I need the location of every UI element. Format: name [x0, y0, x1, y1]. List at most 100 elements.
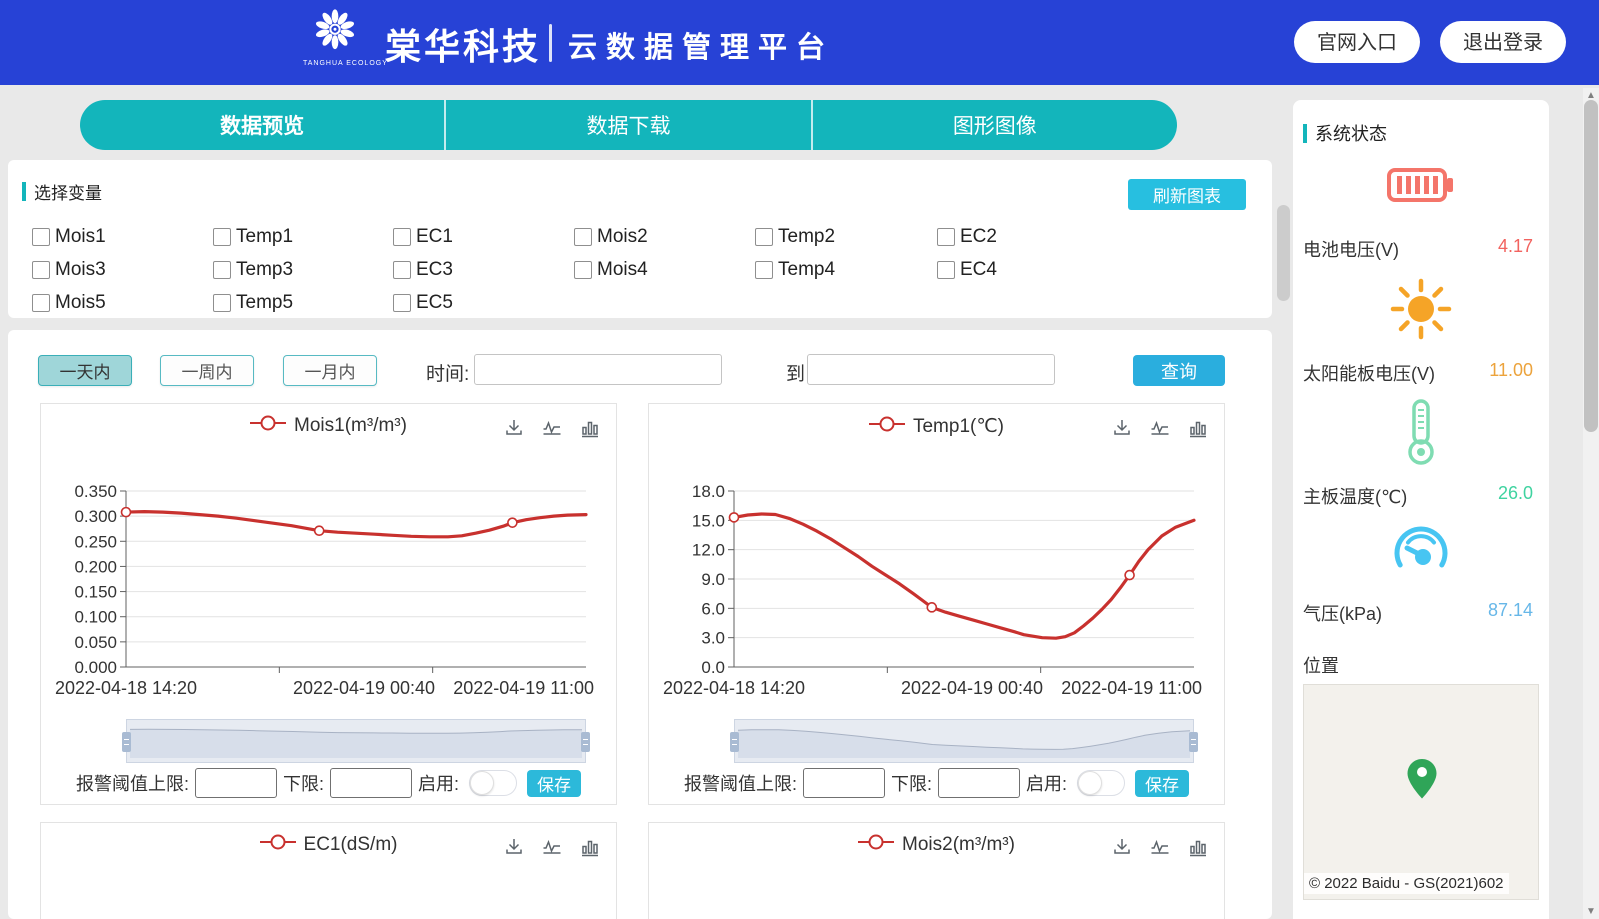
alarm-upper-input[interactable] [195, 768, 277, 798]
chart-card-mois1: Mois1(m³/m³)0.3500.3000.2500.2000.1500.1… [40, 403, 617, 805]
bar-chart-icon[interactable] [1186, 416, 1210, 440]
checkbox-item-ec4[interactable]: EC4 [937, 253, 1097, 286]
metric-row: 太阳能板电压(V)11.00 [1293, 360, 1549, 386]
alarm-lower-input[interactable] [938, 768, 1020, 798]
title-accent-bar [22, 182, 26, 201]
checkbox-temp1[interactable] [213, 228, 231, 246]
checkbox-mois5[interactable] [32, 294, 50, 312]
svg-text:0.250: 0.250 [74, 532, 117, 551]
download-icon[interactable] [1110, 416, 1134, 440]
tab-data-preview[interactable]: 数据预览 [80, 100, 444, 150]
legend-marker-icon [250, 415, 286, 437]
brand-name: 棠华科技 [385, 18, 541, 70]
page-scrollbar-thumb[interactable] [1584, 100, 1598, 432]
checkbox-mois4[interactable] [574, 261, 592, 279]
save-button[interactable]: 保存 [1135, 770, 1189, 797]
bar-chart-icon[interactable] [1186, 835, 1210, 859]
checkbox-item-ec3[interactable]: EC3 [393, 253, 574, 286]
download-icon[interactable] [1110, 835, 1134, 859]
checkbox-item-mois2[interactable]: Mois2 [574, 220, 755, 253]
metric-thermometer [1293, 398, 1549, 466]
location-map[interactable]: © 2022 Baidu - GS(2021)602 [1303, 684, 1539, 900]
logout-button[interactable]: 退出登录 [1440, 21, 1566, 63]
app-header: TANGHUA ECOLOGY 棠华科技 云数据管理平台 官网入口 退出登录 [0, 0, 1599, 85]
checkbox-item-temp2[interactable]: Temp2 [755, 220, 937, 253]
download-icon[interactable] [502, 835, 526, 859]
checkbox-label: EC5 [416, 292, 453, 314]
tab-graphics[interactable]: 图形图像 [811, 100, 1177, 150]
svg-text:2022-04-18 14:20: 2022-04-18 14:20 [55, 678, 197, 698]
checkbox-item-temp5[interactable]: Temp5 [213, 286, 393, 318]
alarm-threshold-row: 报警阈值上限:下限:启用:保存 [41, 768, 616, 798]
svg-text:2022-04-19 00:40: 2022-04-19 00:40 [901, 678, 1043, 698]
checkbox-ec2[interactable] [937, 228, 955, 246]
bar-chart-icon[interactable] [578, 416, 602, 440]
checkbox-temp3[interactable] [213, 261, 231, 279]
scroll-down-arrow[interactable]: ▼ [1583, 906, 1599, 917]
tab-data-download[interactable]: 数据下载 [444, 100, 810, 150]
save-button[interactable]: 保存 [527, 770, 581, 797]
checkbox-mois3[interactable] [32, 261, 50, 279]
checkbox-temp5[interactable] [213, 294, 231, 312]
refresh-chart-button[interactable]: 刷新图表 [1128, 179, 1246, 210]
checkbox-label: Mois4 [597, 259, 648, 281]
line-chart-icon[interactable] [540, 416, 564, 440]
checkbox-ec3[interactable] [393, 261, 411, 279]
query-button[interactable]: 查询 [1133, 355, 1225, 386]
checkbox-item-ec1[interactable]: EC1 [393, 220, 574, 253]
checkbox-temp4[interactable] [755, 261, 773, 279]
chart-toolbar [502, 416, 602, 440]
range-button-one-day[interactable]: 一天内 [38, 355, 132, 386]
legend-label: Temp1(℃) [913, 415, 1004, 438]
official-site-button[interactable]: 官网入口 [1294, 21, 1420, 63]
checkbox-mois1[interactable] [32, 228, 50, 246]
bar-chart-icon[interactable] [578, 835, 602, 859]
checkbox-item-ec2[interactable]: EC2 [937, 220, 1097, 253]
range-button-one-month[interactable]: 一月内 [283, 355, 377, 386]
alarm-lower-input[interactable] [330, 768, 412, 798]
checkbox-label: Mois2 [597, 226, 648, 248]
checkbox-item-ec5[interactable]: EC5 [393, 286, 574, 318]
checkbox-item-temp4[interactable]: Temp4 [755, 253, 937, 286]
checkbox-ec1[interactable] [393, 228, 411, 246]
datazoom-right-handle[interactable] [1189, 732, 1198, 752]
svg-text:12.0: 12.0 [692, 541, 725, 560]
time-start-input[interactable] [474, 354, 722, 385]
datazoom-right-handle[interactable] [581, 732, 590, 752]
legend-marker-icon [260, 834, 296, 856]
checkbox-item-mois4[interactable]: Mois4 [574, 253, 755, 286]
checkbox-item-mois5[interactable]: Mois5 [32, 286, 213, 318]
alarm-upper-input[interactable] [803, 768, 885, 798]
checkbox-label: EC3 [416, 259, 453, 281]
metric-sun [1293, 276, 1549, 342]
checkbox-item-mois3[interactable]: Mois3 [32, 253, 213, 286]
time-end-input[interactable] [807, 354, 1055, 385]
checkbox-item-temp3[interactable]: Temp3 [213, 253, 393, 286]
checkbox-mois2[interactable] [574, 228, 592, 246]
checkbox-ec4[interactable] [937, 261, 955, 279]
thermometer-icon [1293, 398, 1549, 466]
enable-toggle[interactable] [1077, 770, 1125, 796]
chart-toolbar [502, 835, 602, 859]
checkbox-item-mois1[interactable]: Mois1 [32, 220, 213, 253]
download-icon[interactable] [502, 416, 526, 440]
variable-panel-scrollbar-thumb[interactable] [1277, 205, 1290, 301]
datazoom-left-handle[interactable] [122, 732, 131, 752]
datazoom-slider[interactable] [126, 719, 586, 763]
alarm-threshold-row: 报警阈值上限:下限:启用:保存 [649, 768, 1224, 798]
checkbox-label: Temp2 [778, 226, 835, 248]
line-chart-icon[interactable] [1148, 835, 1172, 859]
datazoom-left-handle[interactable] [730, 732, 739, 752]
line-chart-icon[interactable] [540, 835, 564, 859]
checkbox-temp2[interactable] [755, 228, 773, 246]
checkbox-ec5[interactable] [393, 294, 411, 312]
line-chart-icon[interactable] [1148, 416, 1172, 440]
svg-text:0.050: 0.050 [74, 633, 117, 652]
metric-label: 太阳能板电压(V) [1303, 360, 1435, 386]
svg-text:2022-04-19 11:00: 2022-04-19 11:00 [453, 678, 594, 698]
svg-text:2022-04-19 11:00: 2022-04-19 11:00 [1061, 678, 1202, 698]
range-button-one-week[interactable]: 一周内 [160, 355, 254, 386]
datazoom-slider[interactable] [734, 719, 1194, 763]
enable-toggle[interactable] [469, 770, 517, 796]
checkbox-item-temp1[interactable]: Temp1 [213, 220, 393, 253]
